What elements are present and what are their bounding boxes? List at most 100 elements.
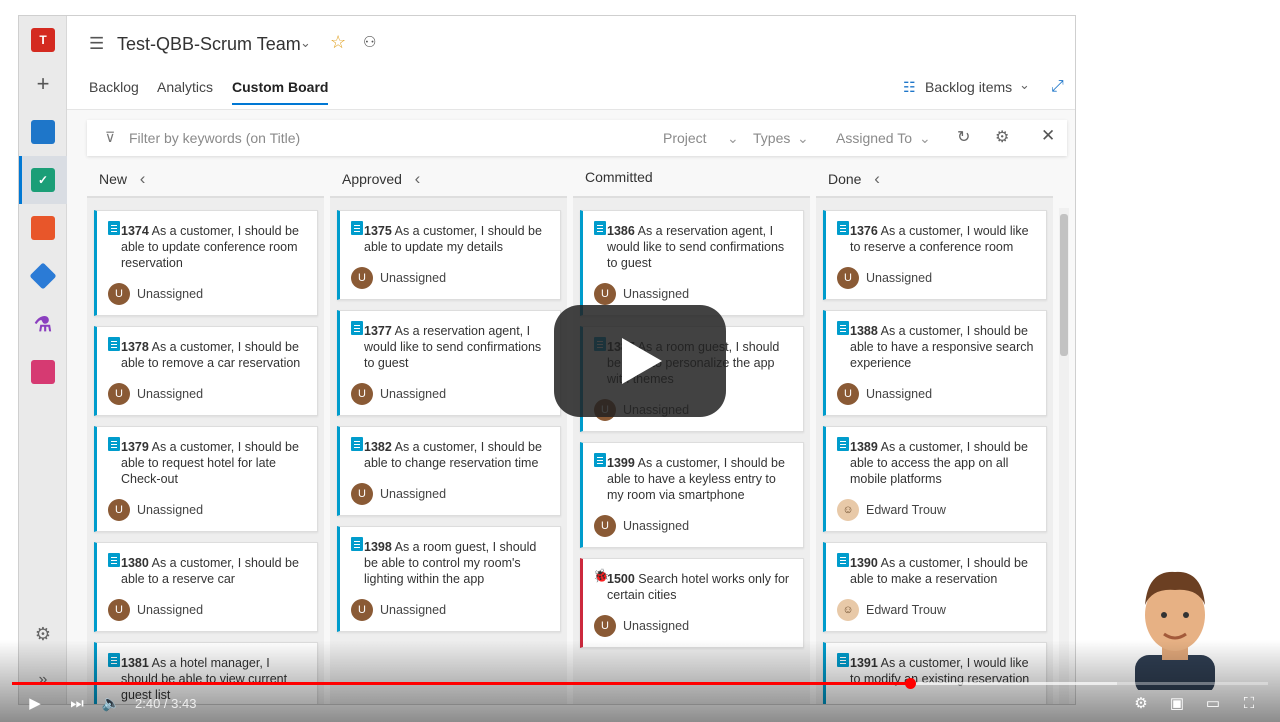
team-members-icon[interactable]: ⚇: [363, 33, 376, 51]
card-assignee[interactable]: U Unassigned: [837, 383, 932, 405]
work-item-card[interactable]: 1375 As a customer, I should be able to …: [337, 210, 561, 300]
tab-backlog[interactable]: Backlog: [89, 79, 139, 103]
card-assignee[interactable]: U Unassigned: [351, 383, 446, 405]
project-filter-dropdown[interactable]: Project: [663, 130, 707, 146]
board-column: 1375 As a customer, I should be able to …: [330, 196, 567, 704]
card-assignee[interactable]: U Unassigned: [837, 267, 932, 289]
card-assignee[interactable]: U Unassigned: [351, 267, 446, 289]
progress-scrubber[interactable]: [905, 678, 916, 689]
unassigned-avatar: U: [594, 615, 616, 637]
card-id[interactable]: 1500: [607, 572, 635, 586]
collapse-column-icon[interactable]: ‹: [869, 169, 880, 188]
card-id[interactable]: 1379: [121, 440, 149, 454]
chevron-down-icon[interactable]: ⌄: [1019, 77, 1030, 93]
work-item-card[interactable]: 1398 As a room guest, I should be able t…: [337, 526, 561, 632]
card-id[interactable]: 1378: [121, 340, 149, 354]
play-button-overlay[interactable]: [554, 305, 726, 417]
play-icon[interactable]: ▶: [24, 692, 46, 714]
card-title[interactable]: Search hotel works only for certain citi…: [607, 572, 789, 602]
collapse-column-icon[interactable]: ‹: [410, 169, 421, 188]
card-id[interactable]: 1398: [364, 540, 392, 554]
card-id[interactable]: 1376: [850, 224, 878, 238]
card-id[interactable]: 1390: [850, 556, 878, 570]
assignee-name: Unassigned: [623, 519, 690, 533]
card-title[interactable]: As a customer, I should be able to have …: [850, 324, 1033, 370]
collapse-column-icon[interactable]: ‹: [135, 169, 146, 188]
backlog-level-icon: ☷: [903, 79, 916, 95]
chevron-down-icon[interactable]: ⌄: [797, 130, 809, 147]
work-item-card[interactable]: 1379 As a customer, I should be able to …: [94, 426, 318, 532]
tab-analytics[interactable]: Analytics: [157, 79, 213, 103]
card-assignee[interactable]: U Unassigned: [108, 599, 203, 621]
card-assignee[interactable]: U Unassigned: [594, 515, 689, 537]
board-scrollbar[interactable]: [1059, 208, 1069, 704]
settings-gear-icon[interactable]: ⚙: [1130, 692, 1152, 714]
tab-custom-board[interactable]: Custom Board: [232, 79, 329, 105]
artifacts-icon[interactable]: [31, 360, 55, 384]
volume-icon[interactable]: 🔈: [100, 692, 122, 714]
filter-keyword-input[interactable]: Filter by keywords (on Title): [129, 130, 300, 146]
card-id[interactable]: 1399: [607, 456, 635, 470]
work-item-card[interactable]: 1389 As a customer, I should be able to …: [823, 426, 1047, 532]
card-id[interactable]: 1374: [121, 224, 149, 238]
card-assignee[interactable]: U Unassigned: [108, 283, 203, 305]
card-assignee[interactable]: U Unassigned: [594, 283, 689, 305]
card-assignee[interactable]: U Unassigned: [594, 615, 689, 637]
fullscreen-icon[interactable]: ⛶: [1238, 692, 1260, 714]
backlog-items-selector[interactable]: Backlog items: [925, 79, 1012, 95]
theater-mode-icon[interactable]: ▭: [1202, 692, 1224, 714]
work-item-card[interactable]: 1374 As a customer, I should be able to …: [94, 210, 318, 316]
work-item-card[interactable]: 1380 As a customer, I should be able to …: [94, 542, 318, 632]
card-id[interactable]: 1377: [364, 324, 392, 338]
scrollbar-thumb[interactable]: [1060, 214, 1068, 356]
chevron-down-icon[interactable]: ⌄: [727, 130, 739, 147]
card-assignee[interactable]: U Unassigned: [108, 499, 203, 521]
boards-icon[interactable]: ✓: [31, 168, 55, 192]
work-item-card[interactable]: 1377 As a reservation agent, I would lik…: [337, 310, 561, 416]
work-item-card[interactable]: 1378 As a customer, I should be able to …: [94, 326, 318, 416]
card-assignee[interactable]: ☺ Edward Trouw: [837, 599, 946, 621]
card-assignee[interactable]: U Unassigned: [351, 599, 446, 621]
repos-icon[interactable]: [31, 216, 55, 240]
team-title[interactable]: Test-QBB-Scrum Team: [117, 34, 301, 55]
card-assignee[interactable]: U Unassigned: [351, 483, 446, 505]
org-logo-icon[interactable]: T: [31, 28, 55, 52]
refresh-icon[interactable]: ↻: [957, 127, 970, 147]
assigned-to-filter-dropdown[interactable]: Assigned To: [836, 130, 912, 146]
column-header: New ‹: [99, 169, 145, 189]
work-item-card[interactable]: 1386 As a reservation agent, I would lik…: [580, 210, 804, 316]
bug-card[interactable]: 🐞 1500 Search hotel works only for certai…: [580, 558, 804, 648]
board-column: 1376 As a customer, I would like to rese…: [816, 196, 1053, 704]
unassigned-avatar: U: [351, 483, 373, 505]
chevron-down-icon[interactable]: ⌄: [919, 130, 931, 147]
favorite-star-icon[interactable]: ☆: [330, 32, 346, 53]
card-assignee[interactable]: ☺ Edward Trouw: [837, 499, 946, 521]
next-icon[interactable]: ⏭: [66, 692, 88, 714]
close-icon[interactable]: ✕: [1041, 126, 1055, 146]
types-filter-dropdown[interactable]: Types: [753, 130, 790, 146]
card-id[interactable]: 1375: [364, 224, 392, 238]
chevron-down-icon[interactable]: ⌄: [300, 35, 311, 51]
header: ☰ Test-QBB-Scrum Team ⌄ ☆ ⚇: [67, 16, 1075, 74]
work-item-card[interactable]: 1399 As a customer, I should be able to …: [580, 442, 804, 548]
assignee-name: Unassigned: [137, 603, 204, 617]
card-text: 1378 As a customer, I should be able to …: [121, 339, 307, 371]
miniplayer-icon[interactable]: ▣: [1166, 692, 1188, 714]
card-id[interactable]: 1382: [364, 440, 392, 454]
test-plans-icon[interactable]: ⚗: [31, 312, 55, 336]
work-item-card[interactable]: 1382 As a customer, I should be able to …: [337, 426, 561, 516]
card-id[interactable]: 1380: [121, 556, 149, 570]
work-item-card[interactable]: 1376 As a customer, I would like to rese…: [823, 210, 1047, 300]
work-item-card[interactable]: 1388 As a customer, I should be able to …: [823, 310, 1047, 416]
card-id[interactable]: 1388: [850, 324, 878, 338]
overview-icon[interactable]: [31, 120, 55, 144]
card-id[interactable]: 1386: [607, 224, 635, 238]
card-id[interactable]: 1389: [850, 440, 878, 454]
card-text: 1386 As a reservation agent, I would lik…: [607, 223, 793, 271]
fullscreen-icon[interactable]: ⤢: [1051, 78, 1064, 96]
pipelines-icon[interactable]: [29, 262, 57, 290]
work-item-card[interactable]: 1390 As a customer, I should be able to …: [823, 542, 1047, 632]
settings-gear-icon[interactable]: ⚙: [995, 127, 1009, 147]
add-icon[interactable]: +: [31, 71, 55, 96]
card-assignee[interactable]: U Unassigned: [108, 383, 203, 405]
